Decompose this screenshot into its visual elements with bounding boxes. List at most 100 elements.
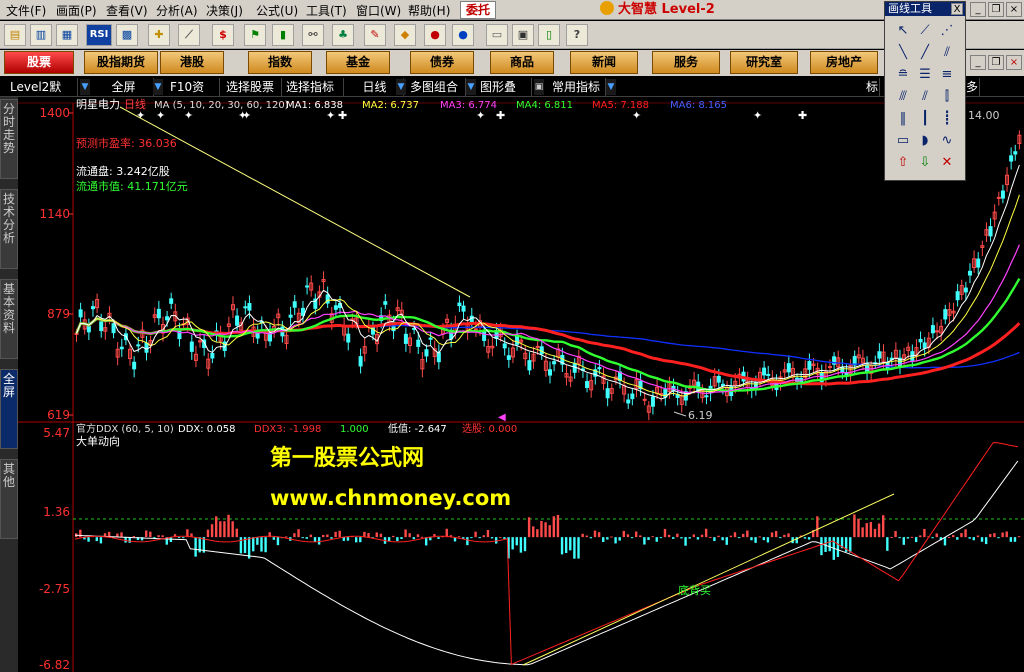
note-icon[interactable]: ✎ [364,24,386,46]
ruler-icon[interactable]: ⟋ [178,24,200,46]
gann-fan-icon[interactable]: ⫽ [937,44,957,62]
red-circle-icon[interactable]: ● [424,24,446,46]
common-indicator-dropdown-icon[interactable]: ▼ [606,79,616,95]
ray-tool-icon[interactable]: ╱ [915,44,935,62]
drawing-tools-close-icon[interactable]: X [951,3,963,15]
crosshair-icon[interactable]: ✚ [148,24,170,46]
close-icon[interactable]: × [1006,2,1022,17]
fullscreen-button[interactable]: 全屏 [94,78,154,96]
select-stock-button[interactable]: 选择股票 [222,78,282,96]
tab-hk-stock[interactable]: 港股 [160,51,224,74]
copy-icon[interactable]: ▭ [486,24,508,46]
menu-window[interactable]: 窗口(W) [356,2,401,19]
fan-tool-icon[interactable]: ⋰ [937,22,957,40]
fullscreen-dropdown-icon[interactable]: ▼ [153,79,163,95]
indicator-icon[interactable]: ▮ [272,24,294,46]
multi-combo-dropdown-icon[interactable]: ▼ [466,79,476,95]
open-folder-icon[interactable]: ▤ [4,24,26,46]
tab-fundamentals[interactable]: 基本资料 [0,279,18,359]
diamond-icon[interactable]: ◆ [394,24,416,46]
ddx-bar [214,516,218,538]
regression-channel-icon[interactable]: ⫽ [915,88,935,106]
ddx-bar [614,537,617,544]
rsi-icon[interactable]: RSI [86,24,112,46]
tab-service[interactable]: 服务 [652,51,720,74]
ddx-header: 官方DDX (60, 5, 10) [76,422,174,435]
tab-fullscreen[interactable]: 全屏 [0,369,18,449]
tab-other[interactable]: 其他 [0,459,18,539]
cycle-lines-icon[interactable]: ‖ [893,110,913,128]
alarm-icon[interactable]: ♣ [332,24,354,46]
common-indicator-button[interactable]: 常用指标 [548,78,606,96]
line-tool-icon[interactable]: ╲ [893,44,913,62]
arc-tool-icon[interactable]: ◗ [915,132,935,150]
mark-button[interactable]: 标 [862,78,880,96]
wave-tool-icon[interactable]: ∿ [937,132,957,150]
candle-body [762,367,767,376]
pointer-tool-icon[interactable]: ↖ [893,22,913,40]
grid-report-icon[interactable]: ▩ [116,24,138,46]
left-tabs: 分时走势 技术分析 基本资料 全屏 其他 [0,97,18,672]
time-zones-icon[interactable]: ┃ [915,110,935,128]
menu-decision[interactable]: 决策(J) [206,2,243,19]
tab-intraday[interactable]: 分时走势 [0,99,18,179]
menu-tools[interactable]: 工具(T) [306,2,347,19]
bar-chart-icon[interactable]: ▦ [56,24,78,46]
books-icon[interactable]: ▯ [538,24,560,46]
menu-analysis[interactable]: 分析(A) [156,2,198,19]
menu-file[interactable]: 文件(F) [6,2,46,19]
ddx-bar [95,537,98,542]
chart-svg[interactable]: 1400 1140 879 619 ✦ ✦ ✦ ✦✦ ✦ ✚ ✦ ✚ ✦ ✦ ✚… [18,97,1024,672]
level2-dropdown-icon[interactable]: ▼ [80,79,90,95]
fibonacci-tool-icon[interactable]: ≘ [893,66,913,84]
candle-body [930,325,935,334]
sub-minimize-icon[interactable]: _ [970,55,986,70]
flag-icon[interactable]: ⚑ [244,24,266,46]
rectangle-tool-icon[interactable]: ▭ [893,132,913,150]
blue-circle-icon[interactable]: ● [452,24,474,46]
dollar-icon[interactable]: $ [212,24,234,46]
delete-tool-icon[interactable]: ✕ [937,154,957,172]
tab-technical[interactable]: 技术分析 [0,189,18,269]
period-lines-icon[interactable]: ┋ [937,110,957,128]
tab-index-futures[interactable]: 股指期货 [84,51,158,74]
minimize-icon[interactable]: _ [970,2,986,17]
tab-news[interactable]: 新闻 [570,51,638,74]
sub-close-icon[interactable]: × [1006,55,1022,70]
period-dropdown-icon[interactable]: ▼ [396,79,406,95]
menu-help[interactable]: 帮助(H) [408,2,450,19]
tab-stock[interactable]: 股票 [4,51,74,74]
down-arrow-tool-icon[interactable]: ⇩ [915,154,935,172]
level2-default-select[interactable]: Level2默认 [6,78,78,112]
tab-commodity[interactable]: 商品 [490,51,554,74]
help-cursor-icon[interactable]: ? [566,24,588,46]
tab-research[interactable]: 研究室 [730,51,798,74]
overlay-button[interactable]: 图形叠加 [476,78,532,112]
percent-lines-icon[interactable]: ☰ [915,66,935,84]
binoculars-icon[interactable]: ⚯ [302,24,324,46]
linear-channel-icon[interactable]: ⫿ [937,88,957,106]
delegate-button[interactable]: 委托 [460,1,496,19]
f10-button[interactable]: F10资料 [166,78,220,112]
sub-restore-icon[interactable]: ❐ [988,55,1004,70]
restore-icon[interactable]: ❐ [988,2,1004,17]
up-arrow-tool-icon[interactable]: ⇧ [893,154,913,172]
tab-fund[interactable]: 基金 [326,51,390,74]
menu-formula[interactable]: 公式(U) [256,2,298,19]
tab-bond[interactable]: 债券 [410,51,474,74]
select-indicator-button[interactable]: 选择指标 [282,78,344,96]
tab-index[interactable]: 指数 [248,51,312,74]
kline-window-icon[interactable]: ▥ [30,24,52,46]
segment-tool-icon[interactable]: ⟋ [915,22,935,40]
multi-combo-button[interactable]: 多图组合 [406,78,466,96]
level-lines-icon[interactable]: ≡ [937,66,957,84]
window-icon[interactable]: ▣ [512,24,534,46]
parallel-channel-icon[interactable]: ⫻ [893,88,913,106]
ddx-bar [754,537,757,543]
lock-icon[interactable]: ▣ [534,79,544,95]
menu-view[interactable]: 查看(V) [106,2,148,19]
candle-body [922,342,927,349]
chart-area[interactable]: 1400 1140 879 619 ✦ ✦ ✦ ✦ ✦ ✦ ✚ ✦ ✚ ✦ ✦ … [18,97,1024,672]
tab-real-estate[interactable]: 房地产 [810,51,878,74]
menu-screen[interactable]: 画面(P) [56,2,97,19]
